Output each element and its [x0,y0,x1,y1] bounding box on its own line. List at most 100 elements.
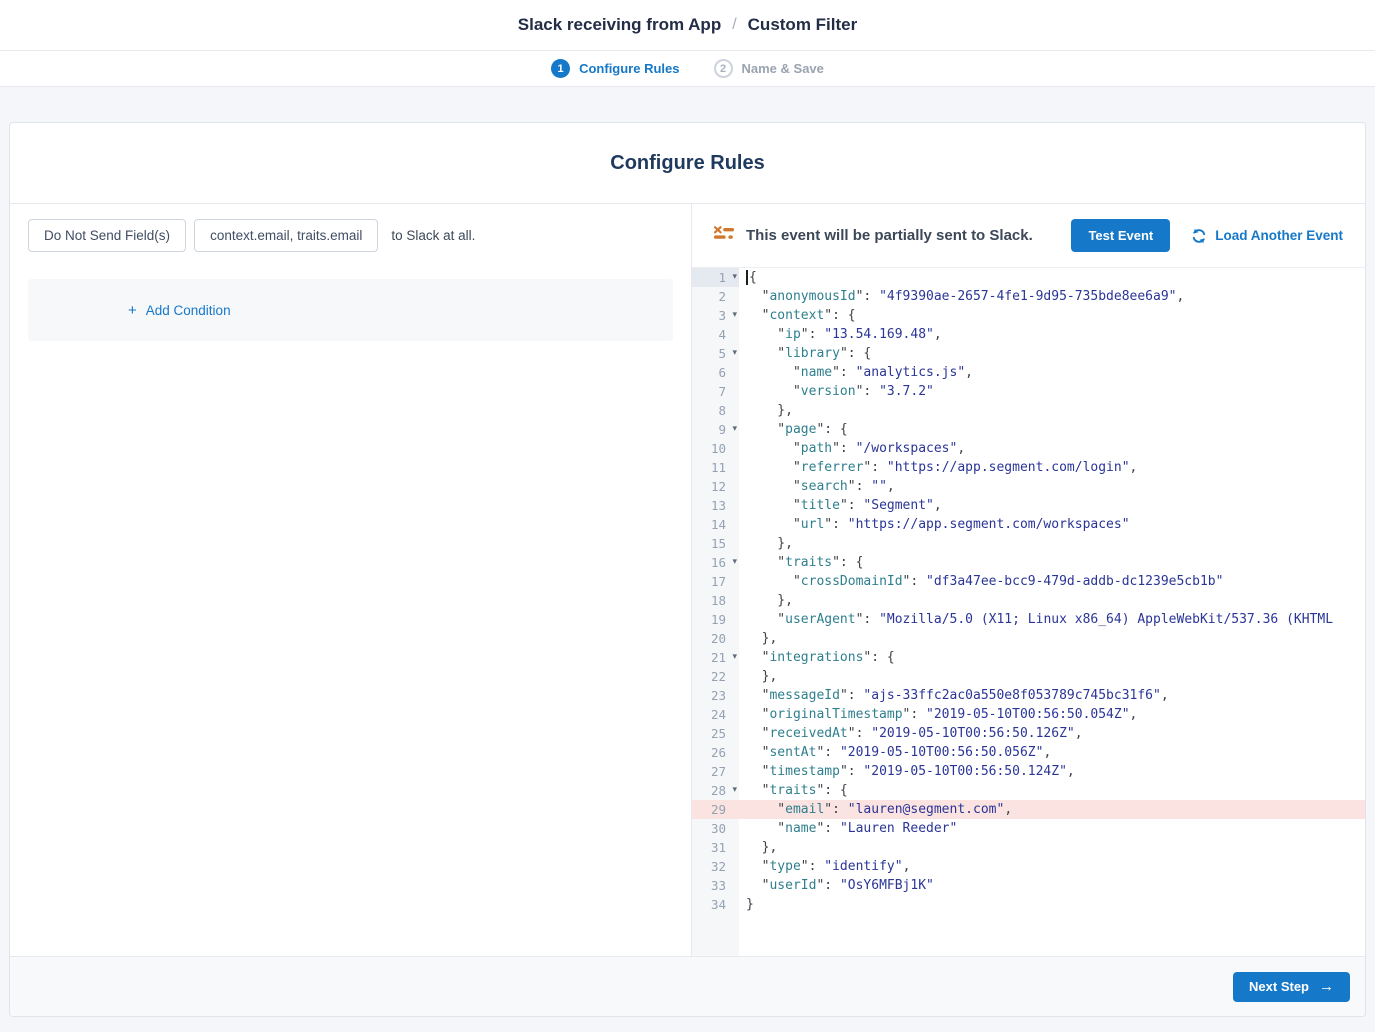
code-line: 13 "title": "Segment", [692,496,1365,515]
code-line: 26 "sentAt": "2019-05-10T00:56:50.056Z", [692,743,1365,762]
add-condition-label: Add Condition [146,303,231,318]
line-number[interactable]: 12 [692,477,739,496]
code-text: "library": { [739,344,1365,363]
step-configure-rules[interactable]: 1 Configure Rules [551,59,679,78]
code-line: 7 "version": "3.7.2" [692,382,1365,401]
code-line: 10 "path": "/workspaces", [692,439,1365,458]
line-number[interactable]: 32 [692,857,739,876]
code-text: "messageId": "ajs-33ffc2ac0a550e8f053789… [739,686,1365,705]
json-editor-lines: 1▾{2 "anonymousId": "4f9390ae-2657-4fe1-… [692,268,1365,914]
line-number[interactable]: 24 [692,705,739,724]
code-text: "name": "analytics.js", [739,363,1365,382]
line-number[interactable]: 23 [692,686,739,705]
fold-arrow-icon[interactable]: ▾ [732,344,737,363]
step-1-circle: 1 [551,59,570,78]
code-text: "path": "/workspaces", [739,439,1365,458]
line-number[interactable]: 5▾ [692,344,739,363]
code-line: 5▾ "library": { [692,344,1365,363]
line-number[interactable]: 10 [692,439,739,458]
next-step-button[interactable]: Next Step → [1233,972,1350,1002]
card-header: Configure Rules [10,123,1365,204]
line-number[interactable]: 31 [692,838,739,857]
line-number[interactable]: 14 [692,515,739,534]
code-text: }, [739,629,1365,648]
line-number[interactable]: 25 [692,724,739,743]
code-text: }, [739,838,1365,857]
code-line: 34} [692,895,1365,914]
line-number[interactable]: 9▾ [692,420,739,439]
code-text: "crossDomainId": "df3a47ee-bcc9-479d-add… [739,572,1365,591]
text-cursor [746,270,748,285]
code-text: "page": { [739,420,1365,439]
fold-arrow-icon[interactable]: ▾ [732,268,737,287]
test-event-button[interactable]: Test Event [1071,219,1170,252]
code-text: "ip": "13.54.169.48", [739,325,1365,344]
code-text: "version": "3.7.2" [739,382,1365,401]
code-line: 28▾ "traits": { [692,781,1365,800]
line-number[interactable]: 17 [692,572,739,591]
line-number[interactable]: 4 [692,325,739,344]
line-number[interactable]: 15 [692,534,739,553]
line-number[interactable]: 20 [692,629,739,648]
breadcrumb-current: Custom Filter [748,15,858,35]
code-text: "referrer": "https://app.segment.com/log… [739,458,1365,477]
load-another-event-link[interactable]: Load Another Event [1191,228,1343,244]
step-1-label: Configure Rules [579,61,679,76]
fold-arrow-icon[interactable]: ▾ [732,553,737,572]
line-number[interactable]: 27 [692,762,739,781]
code-line: 16▾ "traits": { [692,553,1365,572]
code-text: "timestamp": "2019-05-10T00:56:50.124Z", [739,762,1365,781]
line-number[interactable]: 26 [692,743,739,762]
line-number[interactable]: 6 [692,363,739,382]
code-line: 27 "timestamp": "2019-05-10T00:56:50.124… [692,762,1365,781]
next-step-label: Next Step [1249,979,1309,994]
line-number[interactable]: 18 [692,591,739,610]
code-text: { [739,268,1365,287]
code-text: }, [739,667,1365,686]
json-editor[interactable]: 1▾{2 "anonymousId": "4f9390ae-2657-4fe1-… [692,268,1365,956]
code-line: 31 }, [692,838,1365,857]
code-text: "title": "Segment", [739,496,1365,515]
event-pane: This event will be partially sent to Sla… [691,204,1365,956]
steps-bar: 1 Configure Rules 2 Name & Save [0,51,1375,87]
add-condition-button[interactable]: + Add Condition [128,303,231,318]
breadcrumb-parent[interactable]: Slack receiving from App [518,15,721,35]
line-number[interactable]: 3▾ [692,306,739,325]
line-number[interactable]: 2 [692,287,739,306]
fold-arrow-icon[interactable]: ▾ [732,648,737,667]
code-line: 18 }, [692,591,1365,610]
code-text: "name": "Lauren Reeder" [739,819,1365,838]
code-line: 19 "userAgent": "Mozilla/5.0 (X11; Linux… [692,610,1365,629]
code-line: 14 "url": "https://app.segment.com/works… [692,515,1365,534]
line-number[interactable]: 21▾ [692,648,739,667]
code-text: "traits": { [739,553,1365,572]
code-text: }, [739,401,1365,420]
line-number[interactable]: 22 [692,667,739,686]
fold-arrow-icon[interactable]: ▾ [732,420,737,439]
line-number[interactable]: 34 [692,895,739,914]
code-text: "url": "https://app.segment.com/workspac… [739,515,1365,534]
line-number[interactable]: 30 [692,819,739,838]
line-number[interactable]: 19 [692,610,739,629]
line-number[interactable]: 16▾ [692,553,739,572]
code-text: "email": "lauren@segment.com", [739,800,1365,819]
line-number[interactable]: 11 [692,458,739,477]
line-number[interactable]: 33 [692,876,739,895]
code-text: "sentAt": "2019-05-10T00:56:50.056Z", [739,743,1365,762]
code-text: "context": { [739,306,1365,325]
rule-type-button[interactable]: Do Not Send Field(s) [28,219,186,252]
line-number[interactable]: 29 [692,800,739,819]
step-name-save[interactable]: 2 Name & Save [714,59,824,78]
code-line: 1▾{ [692,268,1365,287]
line-number[interactable]: 8 [692,401,739,420]
code-line: 17 "crossDomainId": "df3a47ee-bcc9-479d-… [692,572,1365,591]
code-line: 3▾ "context": { [692,306,1365,325]
line-number[interactable]: 1▾ [692,268,739,287]
fold-arrow-icon[interactable]: ▾ [732,781,737,800]
fold-arrow-icon[interactable]: ▾ [732,306,737,325]
line-number[interactable]: 13 [692,496,739,515]
line-number[interactable]: 28▾ [692,781,739,800]
line-number[interactable]: 7 [692,382,739,401]
code-line: 22 }, [692,667,1365,686]
rule-fields-button[interactable]: context.email, traits.email [194,219,378,252]
